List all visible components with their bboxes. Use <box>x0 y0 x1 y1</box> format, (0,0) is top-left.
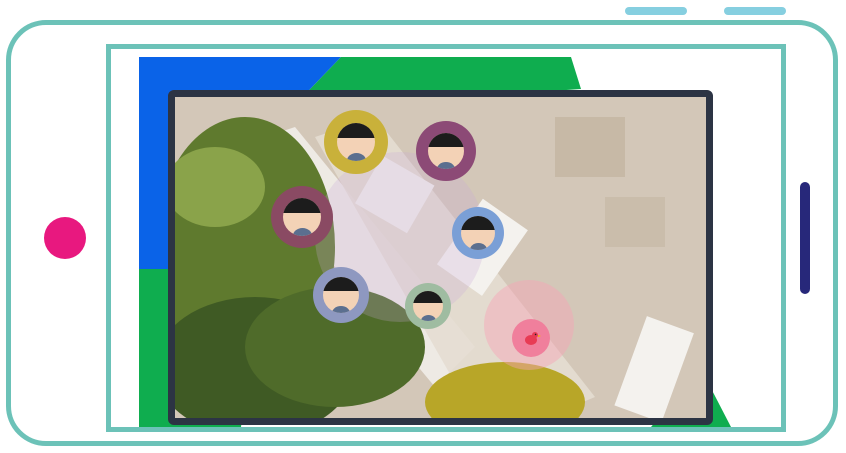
side-button[interactable] <box>800 182 810 294</box>
user-avatar[interactable] <box>452 207 504 259</box>
user-avatar[interactable] <box>416 121 476 181</box>
person-avatar-icon <box>413 291 443 321</box>
plaza-tile <box>555 117 625 177</box>
phone-top-button-left <box>625 7 687 15</box>
person-avatar-icon <box>337 123 375 161</box>
person-avatar-icon <box>323 277 359 313</box>
person-avatar-icon <box>283 198 321 236</box>
home-button[interactable] <box>44 217 86 259</box>
user-avatar[interactable] <box>271 186 333 248</box>
user-avatar[interactable] <box>313 267 369 323</box>
tablet-device <box>168 90 713 425</box>
bird-icon <box>525 332 541 345</box>
plaza-tile <box>605 197 665 247</box>
user-avatar[interactable] <box>405 283 451 329</box>
person-avatar-icon <box>461 216 495 250</box>
pet-marker[interactable] <box>512 319 550 357</box>
phone-top-button-right <box>724 7 786 15</box>
person-avatar-icon <box>428 133 464 169</box>
user-avatar[interactable] <box>324 110 388 174</box>
